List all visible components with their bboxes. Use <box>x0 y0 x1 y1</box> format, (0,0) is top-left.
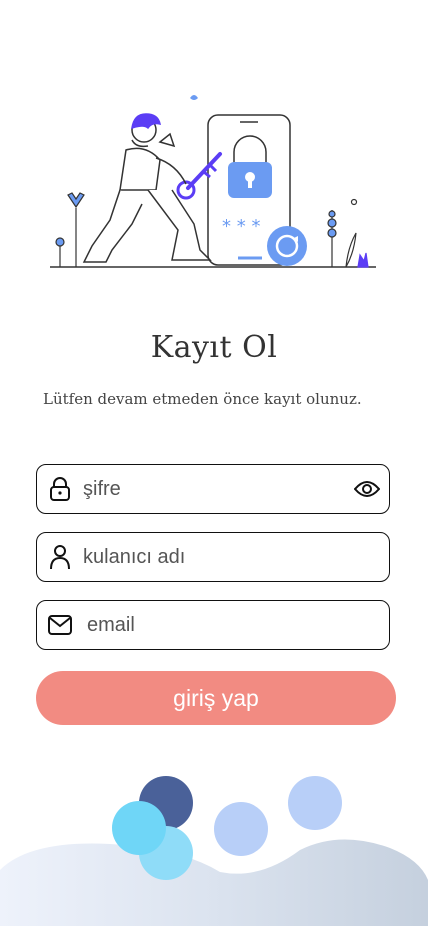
page-subtitle: Lütfen devam etmeden önce kayıt olunuz. <box>43 390 362 408</box>
asterisk-text: * * * <box>222 216 260 237</box>
circle-cyan <box>112 801 166 855</box>
email-field[interactable] <box>36 600 390 650</box>
eye-icon[interactable] <box>353 475 381 503</box>
flower-left <box>55 192 85 267</box>
email-input[interactable] <box>85 612 389 638</box>
lock-icon <box>47 476 73 502</box>
bottom-decoration <box>0 776 428 926</box>
person-figure <box>82 113 212 263</box>
username-input[interactable] <box>81 544 389 570</box>
page-title: Kayıt Ol <box>150 330 278 365</box>
leaf-decoration <box>190 95 198 100</box>
password-input[interactable] <box>81 476 353 502</box>
password-field[interactable] <box>36 464 390 514</box>
circle-light-left <box>214 802 268 856</box>
username-field[interactable] <box>36 532 390 582</box>
wave-shape <box>0 839 428 926</box>
circle-light-right <box>288 776 342 830</box>
user-icon <box>47 544 73 570</box>
security-illustration: * * * <box>50 95 376 268</box>
plant-right <box>327 198 369 268</box>
login-button[interactable]: giriş yap <box>36 671 396 725</box>
mail-icon <box>47 612 73 638</box>
refresh-icon <box>267 226 307 266</box>
